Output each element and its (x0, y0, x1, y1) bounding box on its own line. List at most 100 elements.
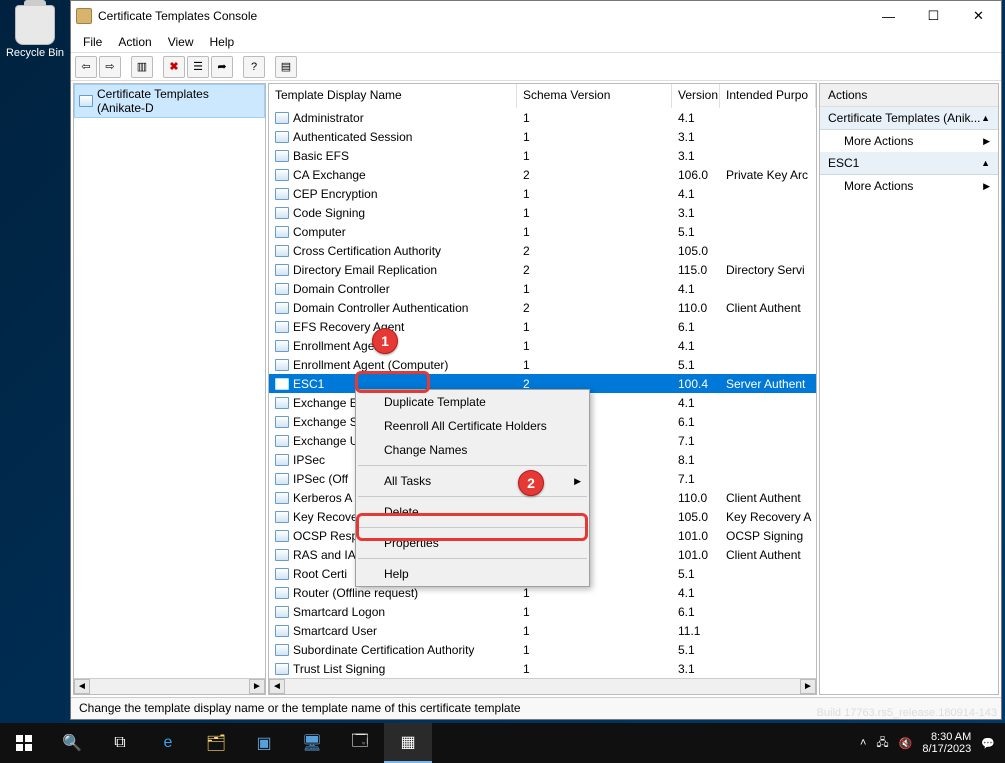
menu-action[interactable]: Action (110, 33, 159, 51)
menu-file[interactable]: File (75, 33, 110, 51)
template-version: 4.1 (672, 339, 720, 353)
scroll-right-icon[interactable]: ► (800, 679, 816, 694)
template-name: CA Exchange (293, 168, 366, 182)
template-version: 5.1 (672, 567, 720, 581)
table-row[interactable]: Administrator14.1 (269, 108, 816, 127)
tree-root-item[interactable]: Certificate Templates (Anikate-D (74, 84, 265, 118)
volume-icon[interactable]: 🔇 (899, 737, 913, 750)
template-name: CEP Encryption (293, 187, 378, 201)
template-name: ESC1 (293, 377, 324, 391)
template-version: 4.1 (672, 396, 720, 410)
explorer-icon[interactable]: 🗂 (192, 723, 240, 763)
table-row[interactable]: Domain Controller Authentication2110.0Cl… (269, 298, 816, 317)
clock[interactable]: 8:30 AM 8/17/2023 (922, 731, 971, 755)
col-schema[interactable]: Schema Version (517, 84, 672, 108)
back-button[interactable]: ⇦ (75, 56, 97, 78)
notifications-icon[interactable]: 💬 (981, 737, 995, 750)
system-tray[interactable]: ˄ 🖧 🔇 8:30 AM 8/17/2023 💬 (850, 731, 1005, 755)
actions-more-2[interactable]: More Actions ▶ (820, 175, 998, 197)
template-version: 5.1 (672, 358, 720, 372)
export-button[interactable]: ➦ (211, 56, 233, 78)
table-row[interactable]: Directory Email Replication2115.0Directo… (269, 260, 816, 279)
list-h-scrollbar[interactable]: ◄ ► (269, 678, 816, 694)
extra-button[interactable]: ▤ (275, 56, 297, 78)
context-menu-item[interactable]: Duplicate Template (356, 390, 589, 414)
delete-button[interactable]: ✖ (163, 56, 185, 78)
menubar: File Action View Help (71, 31, 1001, 53)
help-button[interactable]: ? (243, 56, 265, 78)
certificate-icon (275, 397, 289, 409)
close-button[interactable]: ✕ (956, 1, 1001, 31)
template-name: Domain Controller Authentication (293, 301, 468, 315)
col-purpose[interactable]: Intended Purpo (720, 84, 816, 108)
menu-view[interactable]: View (160, 33, 202, 51)
template-schema: 1 (517, 282, 672, 296)
context-menu-item[interactable]: Reenroll All Certificate Holders (356, 414, 589, 438)
context-menu-item[interactable]: Delete (356, 500, 589, 524)
column-headers: Template Display Name Schema Version Ver… (269, 84, 816, 108)
show-hide-button[interactable]: ▥ (131, 56, 153, 78)
tree-h-scrollbar[interactable]: ◄ ► (74, 678, 265, 694)
template-name: Exchange U (293, 434, 358, 448)
table-row[interactable]: Basic EFS13.1 (269, 146, 816, 165)
table-row[interactable]: EFS Recovery Agent16.1 (269, 317, 816, 336)
table-row[interactable]: Subordinate Certification Authority15.1 (269, 640, 816, 659)
table-row[interactable]: CEP Encryption14.1 (269, 184, 816, 203)
table-row[interactable]: Trust List Signing13.1 (269, 659, 816, 678)
recycle-bin[interactable]: Recycle Bin (5, 5, 65, 59)
scroll-left-icon[interactable]: ◄ (269, 679, 285, 694)
properties-button[interactable]: ☰ (187, 56, 209, 78)
certificate-icon (275, 511, 289, 523)
table-row[interactable]: CA Exchange2106.0Private Key Arc (269, 165, 816, 184)
task-view-icon[interactable]: ⧉ (96, 723, 144, 763)
table-row[interactable]: Enrollment Agent14.1 (269, 336, 816, 355)
recycle-bin-label: Recycle Bin (5, 47, 65, 59)
ie-icon[interactable]: e (144, 723, 192, 763)
context-menu-item[interactable]: Help (356, 562, 589, 586)
certificate-icon (275, 454, 289, 466)
table-row[interactable]: Smartcard Logon16.1 (269, 602, 816, 621)
table-row[interactable]: Cross Certification Authority2105.0 (269, 241, 816, 260)
start-button[interactable] (0, 723, 48, 763)
maximize-button[interactable]: ☐ (911, 1, 956, 31)
taskbar[interactable]: 🔍 ⧉ e 🗂 ▣ 🖥 🗔 ▦ ˄ 🖧 🔇 8:30 AM 8/17/2023 … (0, 723, 1005, 763)
context-menu-item[interactable]: All Tasks (356, 469, 589, 493)
actions-group-esc1[interactable]: ESC1 ▲ (820, 152, 998, 175)
scroll-left-icon[interactable]: ◄ (74, 679, 90, 694)
titlebar[interactable]: Certificate Templates Console — ☐ ✕ (71, 1, 1001, 31)
network-icon[interactable]: 🖧 (876, 734, 888, 753)
certificate-icon (275, 226, 289, 238)
table-row[interactable]: Computer15.1 (269, 222, 816, 241)
actions-pane: Actions Certificate Templates (Anik... ▲… (819, 83, 999, 695)
search-icon[interactable]: 🔍 (48, 723, 96, 763)
template-schema: 1 (517, 130, 672, 144)
minimize-button[interactable]: — (866, 1, 911, 31)
table-row[interactable]: Code Signing13.1 (269, 203, 816, 222)
mmc-icon[interactable]: ▦ (384, 723, 432, 763)
menu-help[interactable]: Help (202, 33, 243, 51)
template-schema: 1 (517, 225, 672, 239)
certificate-icon (275, 644, 289, 656)
actions-group-templates[interactable]: Certificate Templates (Anik... ▲ (820, 107, 998, 130)
actions-more-1[interactable]: More Actions ▶ (820, 130, 998, 152)
table-row[interactable]: Authenticated Session13.1 (269, 127, 816, 146)
forward-button[interactable]: ⇨ (99, 56, 121, 78)
col-version[interactable]: Version (672, 84, 720, 108)
table-row[interactable]: Domain Controller14.1 (269, 279, 816, 298)
table-row[interactable]: Smartcard User111.1 (269, 621, 816, 640)
app1-icon[interactable]: ▣ (240, 723, 288, 763)
template-name: Authenticated Session (293, 130, 412, 144)
tray-chevron-icon[interactable]: ˄ (860, 737, 866, 749)
template-schema: 1 (517, 149, 672, 163)
app2-icon[interactable]: 🖥 (288, 723, 336, 763)
template-schema: 1 (517, 605, 672, 619)
tree-pane[interactable]: Certificate Templates (Anikate-D ◄ ► (73, 83, 266, 695)
table-row[interactable]: Enrollment Agent (Computer)15.1 (269, 355, 816, 374)
scroll-right-icon[interactable]: ► (249, 679, 265, 694)
certificate-icon (275, 663, 289, 675)
app3-icon[interactable]: 🗔 (336, 723, 384, 763)
context-menu-item[interactable]: Properties (356, 531, 589, 555)
template-purpose: Client Authent (720, 301, 816, 315)
col-name[interactable]: Template Display Name (269, 84, 517, 108)
context-menu-item[interactable]: Change Names (356, 438, 589, 462)
